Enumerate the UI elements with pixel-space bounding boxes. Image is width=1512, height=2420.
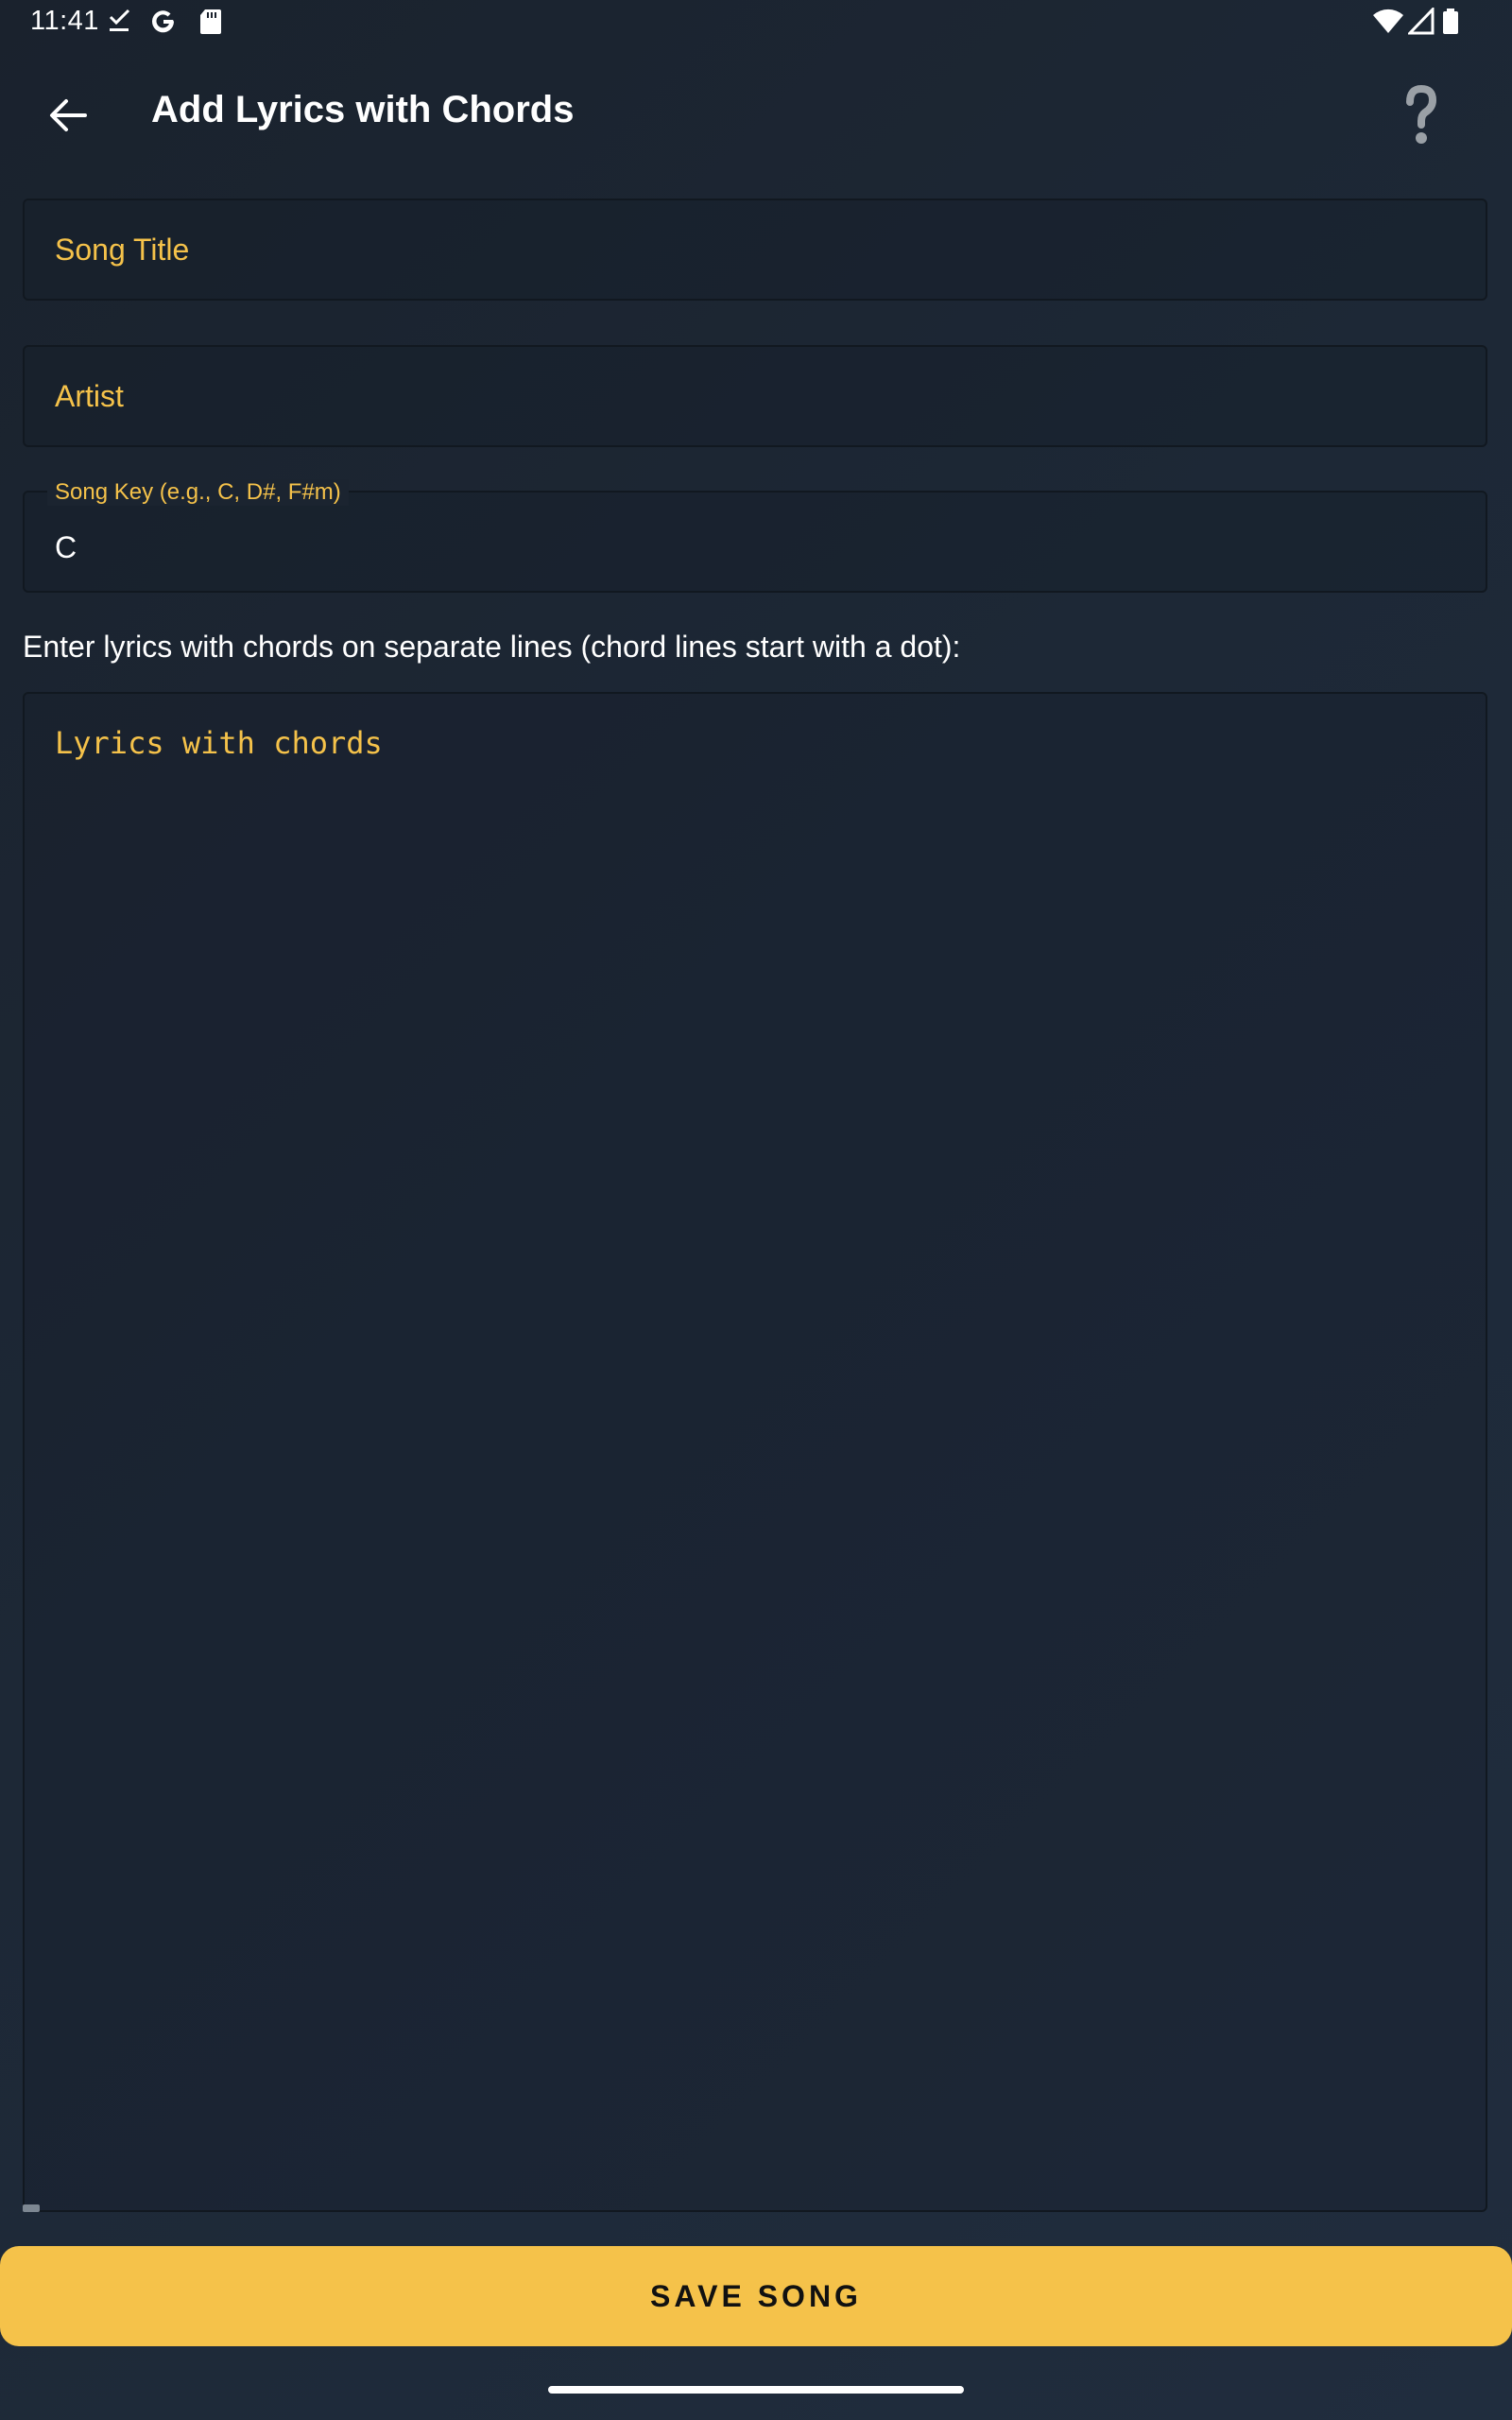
save-song-label: SAVE SONG bbox=[650, 2278, 862, 2313]
resize-handle[interactable] bbox=[23, 2204, 40, 2212]
lyrics-textarea[interactable]: Lyrics with chords bbox=[23, 692, 1487, 2212]
song-key-label: Song Key (e.g., C, D#, F#m) bbox=[47, 479, 349, 506]
song-title-placeholder: Song Title bbox=[55, 233, 190, 267]
artist-placeholder: Artist bbox=[55, 379, 124, 413]
wifi-icon bbox=[1372, 8, 1404, 41]
help-question-icon bbox=[1406, 84, 1437, 144]
arrow-back-icon bbox=[50, 99, 87, 131]
back-button[interactable] bbox=[34, 81, 102, 149]
lyrics-instructions: Enter lyrics with chords on separate lin… bbox=[23, 630, 961, 664]
status-time: 11:41 bbox=[30, 6, 99, 36]
download-done-icon bbox=[108, 8, 132, 41]
cell-signal-icon bbox=[1406, 6, 1435, 41]
lyrics-placeholder: Lyrics with chords bbox=[55, 725, 383, 761]
artist-input[interactable]: Artist bbox=[23, 345, 1487, 447]
page-title: Add Lyrics with Chords bbox=[151, 89, 575, 130]
status-bar: 11:41 bbox=[0, 0, 1512, 45]
help-button[interactable] bbox=[1387, 78, 1455, 153]
app-bar: Add Lyrics with Chords bbox=[0, 45, 1512, 170]
song-key-value: C bbox=[55, 530, 77, 564]
google-icon bbox=[149, 8, 178, 41]
save-song-button[interactable]: SAVE SONG bbox=[0, 2246, 1512, 2346]
song-key-input[interactable]: Song Key (e.g., C, D#, F#m) C bbox=[23, 479, 1487, 593]
song-title-input[interactable]: Song Title bbox=[23, 199, 1487, 301]
home-indicator[interactable] bbox=[548, 2386, 964, 2394]
battery-icon bbox=[1442, 8, 1459, 41]
sd-card-icon bbox=[198, 8, 223, 41]
